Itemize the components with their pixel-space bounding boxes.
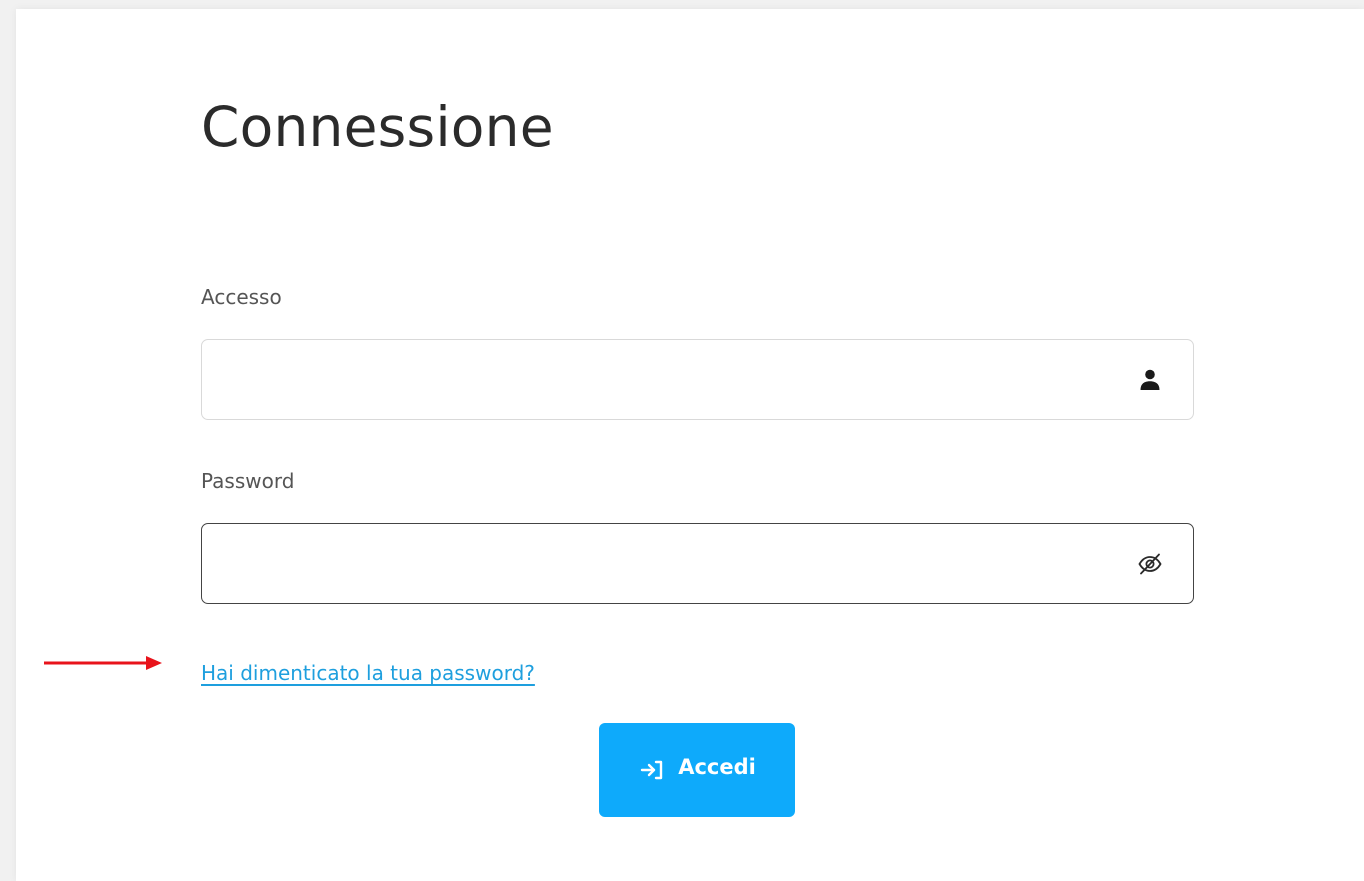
login-field-label: Accesso	[201, 285, 282, 309]
page-title: Connessione	[201, 95, 554, 159]
login-arrow-icon	[638, 756, 666, 784]
login-button[interactable]: Accedi	[599, 723, 795, 817]
user-icon	[1137, 367, 1163, 393]
eye-off-icon[interactable]	[1137, 551, 1163, 577]
login-button-label: Accedi	[678, 755, 756, 779]
password-field-label: Password	[201, 469, 295, 493]
password-field[interactable]	[201, 523, 1194, 604]
password-input[interactable]	[202, 524, 1193, 603]
annotation-arrow-icon	[44, 656, 162, 670]
login-field[interactable]	[201, 339, 1194, 420]
forgot-password-link[interactable]: Hai dimenticato la tua password?	[201, 658, 535, 688]
login-card: Connessione Accesso Password Hai dimenti…	[16, 9, 1364, 881]
login-input[interactable]	[202, 340, 1193, 419]
